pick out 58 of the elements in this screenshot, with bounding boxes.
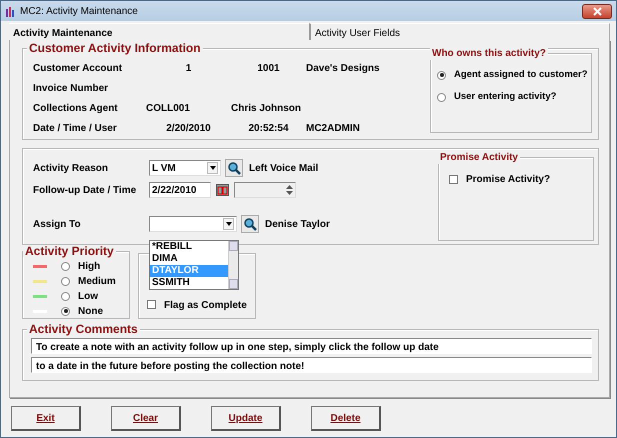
checkbox-label: Promise Activity? <box>466 173 550 187</box>
radio-button[interactable] <box>61 306 70 316</box>
section-title: Customer Activity Information <box>27 42 203 54</box>
group-title: Who owns this activity? <box>430 48 548 60</box>
option-label: Agent assigned to customer? <box>454 68 588 82</box>
date-field[interactable]: 2/22/2010 <box>149 182 211 198</box>
field-value: Dave's Designs <box>306 62 380 73</box>
calendar-icon[interactable] <box>216 184 229 196</box>
checkbox-label: Flag as Complete <box>164 299 247 313</box>
option-label: High <box>78 260 100 274</box>
list-item[interactable]: *REBILL <box>150 241 228 253</box>
action-button[interactable]: Exit <box>11 406 81 431</box>
section-title: Activity Comments <box>27 323 140 335</box>
field-value: 2/20/2010 <box>165 122 212 133</box>
list-item[interactable]: SSMITH <box>150 277 228 289</box>
action-button[interactable]: Update <box>211 406 281 431</box>
tab[interactable]: Activity Maintenance <box>9 23 309 40</box>
close-icon <box>592 6 602 16</box>
search-button[interactable] <box>225 159 243 177</box>
close-button[interactable] <box>582 4 612 18</box>
field-label: Date / Time / User <box>33 122 118 133</box>
description-text: Left Voice Mail <box>249 162 318 176</box>
option-label: Low <box>78 290 98 304</box>
description-text: Denise Taylor <box>265 218 330 232</box>
dropdown-field[interactable]: L VM <box>149 160 221 176</box>
group-title: Promise Activity <box>438 152 520 164</box>
field-value: Chris Johnson <box>231 102 302 113</box>
field-value: 20:52:54 <box>247 122 290 133</box>
checkbox[interactable] <box>147 300 156 309</box>
field-label: Follow-up Date / Time <box>33 184 138 198</box>
field-value: 1001 <box>256 62 281 73</box>
list-item[interactable]: DIMA <box>150 253 228 265</box>
radio-button[interactable] <box>61 276 70 286</box>
field-label: Collections Agent <box>33 102 119 113</box>
radio-button[interactable] <box>61 262 70 270</box>
search-button[interactable] <box>241 215 259 233</box>
field-label: Customer Account <box>33 62 124 73</box>
action-button[interactable]: Clear <box>111 406 181 431</box>
group-title: Activity Priority <box>23 245 116 257</box>
app-icon <box>5 6 16 16</box>
field-label: Assign To <box>33 218 82 232</box>
option-label: None <box>78 304 103 318</box>
tab[interactable]: Activity User Fields <box>309 23 610 40</box>
radio-button[interactable] <box>437 92 446 102</box>
field-value: 1 <box>184 62 192 73</box>
dropdown-field[interactable] <box>149 216 237 232</box>
field-value: COLL001 <box>146 102 191 113</box>
checkbox[interactable] <box>449 175 458 184</box>
scrollbar[interactable] <box>228 241 238 289</box>
field-label: Invoice Number <box>33 82 110 93</box>
radio-button[interactable] <box>437 70 446 80</box>
action-button[interactable]: Delete <box>311 406 381 431</box>
option-label: User entering activity? <box>454 90 556 104</box>
option-label: Medium <box>78 274 116 288</box>
field-label: Activity Reason <box>33 162 110 176</box>
radio-button[interactable] <box>61 292 70 300</box>
field-value: MC2ADMIN <box>306 122 360 133</box>
window-title: MC2: Activity Maintenance <box>20 4 138 18</box>
